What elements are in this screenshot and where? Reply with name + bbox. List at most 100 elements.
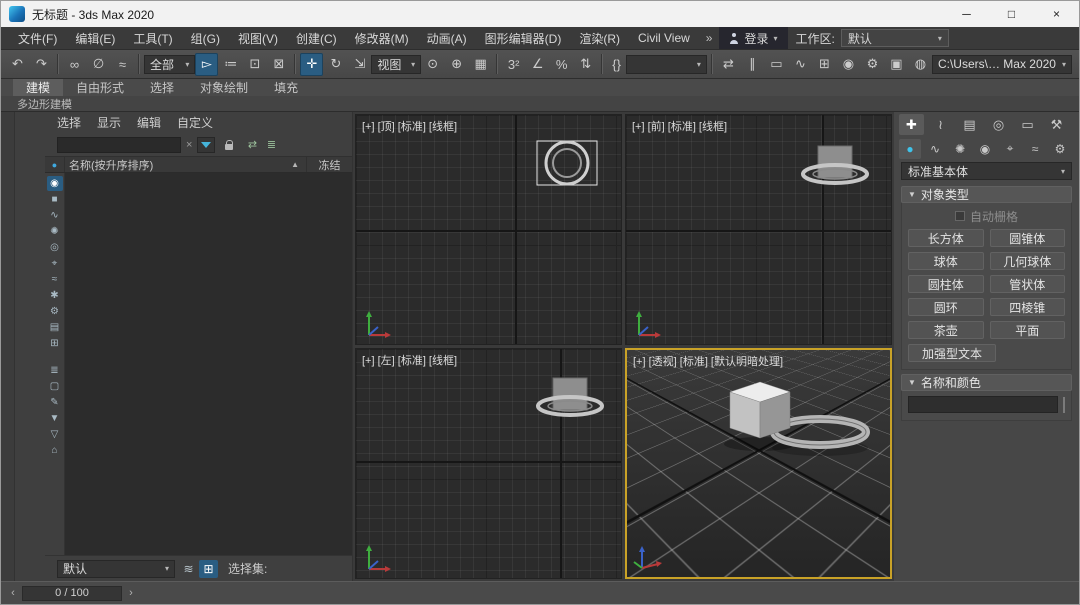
select-and-move-icon[interactable]: ✛ <box>300 53 323 76</box>
schematic-view-icon[interactable]: ⊞ <box>813 53 836 76</box>
login-button[interactable]: 登录 ▾ <box>719 27 787 49</box>
ribbon-tab-object-paint[interactable]: 对象绘制 <box>187 79 261 96</box>
render-icon[interactable]: ◍ <box>909 53 932 76</box>
time-prev-icon[interactable]: ‹ <box>7 587 19 599</box>
display-space-warps-icon[interactable]: ≈ <box>47 272 63 287</box>
menu-views[interactable]: 视图(V) <box>229 27 287 49</box>
space-warps-icon[interactable]: ≈ <box>1024 139 1046 159</box>
menu-graph-editors[interactable]: 图形编辑器(D) <box>476 27 571 49</box>
se-menu-select[interactable]: 选择 <box>49 114 89 131</box>
autogrid-checkbox[interactable] <box>955 211 965 221</box>
edit-named-sets-icon[interactable]: {} <box>607 53 626 76</box>
menu-create[interactable]: 创建(C) <box>287 27 346 49</box>
hierarchy-tab-icon[interactable]: ▤ <box>957 114 982 135</box>
menu-modifiers[interactable]: 修改器(M) <box>346 27 418 49</box>
viewport-front[interactable]: [+] [前] [标准] [线框] <box>625 114 892 345</box>
redo-icon[interactable]: ↷ <box>30 53 53 76</box>
ribbon-tab-populate[interactable]: 填充 <box>261 79 311 96</box>
selection-set-dropdown[interactable]: 默认 ▾ <box>57 560 175 578</box>
select-and-link-icon[interactable]: ∞ <box>63 53 86 76</box>
time-frame-field[interactable]: 0 / 100 <box>22 586 122 601</box>
sphere-button[interactable]: 球体 <box>908 252 984 270</box>
close-button[interactable]: × <box>1034 1 1079 27</box>
display-tab-icon[interactable]: ▭ <box>1015 114 1040 135</box>
select-object-icon[interactable]: ▻ <box>195 53 218 76</box>
list-view-icon[interactable]: ≣ <box>47 363 63 378</box>
viewport-top[interactable]: [+] [顶] [标准] [线框] <box>355 114 622 345</box>
menu-file[interactable]: 文件(F) <box>9 27 66 49</box>
rendered-frame-icon[interactable]: ▣ <box>885 53 908 76</box>
render-setup-icon[interactable]: ⚙ <box>861 53 884 76</box>
select-by-name-icon[interactable]: ≔ <box>219 53 242 76</box>
box-button[interactable]: 长方体 <box>908 229 984 247</box>
viewport-perspective[interactable]: [+] [透视] [标准] [默认明暗处理] <box>625 348 892 579</box>
layers-icon[interactable]: ≋ <box>179 560 198 578</box>
ribbon-tab-modeling[interactable]: 建模 <box>13 79 63 96</box>
scene-explorer-toggle-icon[interactable]: ⊞ <box>199 560 218 578</box>
pyramid-button[interactable]: 四棱锥 <box>990 298 1066 316</box>
geometry-icon[interactable]: ● <box>899 139 921 159</box>
select-and-manipulate-icon[interactable]: ⊕ <box>445 53 468 76</box>
display-cameras-icon[interactable]: ◎ <box>47 240 63 255</box>
cone-button[interactable]: 圆锥体 <box>990 229 1066 247</box>
frozen-toggle-icon[interactable]: ▢ <box>47 379 63 394</box>
modify-tab-icon[interactable]: ≀ <box>928 114 953 135</box>
menu-tools[interactable]: 工具(T) <box>124 27 181 49</box>
menu-civil-view[interactable]: Civil View <box>629 27 699 49</box>
toggle-ribbon-icon[interactable]: ▭ <box>765 53 788 76</box>
frozen-column-header[interactable]: 冻结 <box>306 157 352 172</box>
menu-edit[interactable]: 编辑(E) <box>66 27 124 49</box>
folder-icon[interactable]: ⌂ <box>47 443 63 458</box>
name-color-rollout-header[interactable]: ▼ 名称和颜色 <box>901 374 1072 391</box>
workspace-select[interactable]: 默认 ▾ <box>841 29 949 47</box>
display-lights-icon[interactable]: ✺ <box>47 224 63 239</box>
object-name-input[interactable] <box>908 396 1058 413</box>
curve-editor-icon[interactable]: ∿ <box>789 53 812 76</box>
minimize-button[interactable]: ─ <box>944 1 989 27</box>
visibility-column-icon[interactable]: ● <box>45 157 65 172</box>
keyboard-override-icon[interactable]: ▦ <box>469 53 492 76</box>
maximize-button[interactable]: □ <box>989 1 1034 27</box>
menu-group[interactable]: 组(G) <box>182 27 229 49</box>
primitive-category-dropdown[interactable]: 标准基本体 ▾ <box>901 162 1072 180</box>
spinner-snap-icon[interactable]: ⇅ <box>574 53 597 76</box>
display-containers-icon[interactable]: ▤ <box>47 320 63 335</box>
helpers-icon[interactable]: ⌖ <box>999 139 1021 159</box>
display-all-icon[interactable]: ◉ <box>47 176 63 191</box>
se-menu-display[interactable]: 显示 <box>89 114 129 131</box>
choose-columns-icon[interactable]: ≣ <box>262 137 280 153</box>
viewport-label-perspective[interactable]: [+] [透视] [标准] [默认明暗处理] <box>633 353 783 369</box>
torus-button[interactable]: 圆环 <box>908 298 984 316</box>
menu-overflow-icon[interactable]: » <box>699 31 720 45</box>
motion-tab-icon[interactable]: ◎ <box>986 114 1011 135</box>
align-icon[interactable]: ∥ <box>741 53 764 76</box>
named-sets-dropdown[interactable]: ▾ <box>626 55 707 74</box>
edit-mode-icon[interactable]: ✎ <box>47 395 63 410</box>
cameras-icon[interactable]: ◉ <box>974 139 996 159</box>
display-geometry-icon[interactable]: ■ <box>47 192 63 207</box>
search-input[interactable] <box>57 137 181 153</box>
undo-icon[interactable]: ↶ <box>6 53 29 76</box>
display-bones-icon[interactable]: ⚙ <box>47 304 63 319</box>
object-color-swatch[interactable] <box>1063 397 1065 413</box>
mirror-icon[interactable]: ⇄ <box>717 53 740 76</box>
cylinder-button[interactable]: 圆柱体 <box>908 275 984 293</box>
project-path-dropdown[interactable]: C:\Users\… Max 2020 ▾ <box>932 55 1072 74</box>
systems-icon[interactable]: ⚙ <box>1049 139 1071 159</box>
lights-icon[interactable]: ✺ <box>949 139 971 159</box>
utilities-tab-icon[interactable]: ⚒ <box>1044 114 1069 135</box>
display-helpers-icon[interactable]: ⌖ <box>47 256 63 271</box>
filter-clear-icon[interactable]: ▽ <box>47 427 63 442</box>
angle-snap-icon[interactable]: ∠ <box>526 53 549 76</box>
unlink-selection-icon[interactable]: ∅ <box>87 53 110 76</box>
name-column-header[interactable]: 名称(按升序排序) ▲ <box>65 157 306 172</box>
display-particles-icon[interactable]: ✱ <box>47 288 63 303</box>
reference-coordinate-dropdown[interactable]: 视图 ▾ <box>371 55 421 74</box>
selection-filter-dropdown[interactable]: 全部 ▾ <box>144 55 195 74</box>
menu-animation[interactable]: 动画(A) <box>418 27 476 49</box>
menu-rendering[interactable]: 渲染(R) <box>570 27 629 49</box>
tube-button[interactable]: 管状体 <box>990 275 1066 293</box>
create-tab-icon[interactable]: ✚ <box>899 114 924 135</box>
viewport-label-left[interactable]: [+] [左] [标准] [线框] <box>362 352 457 368</box>
lock-cell-editing-icon[interactable] <box>220 137 238 153</box>
